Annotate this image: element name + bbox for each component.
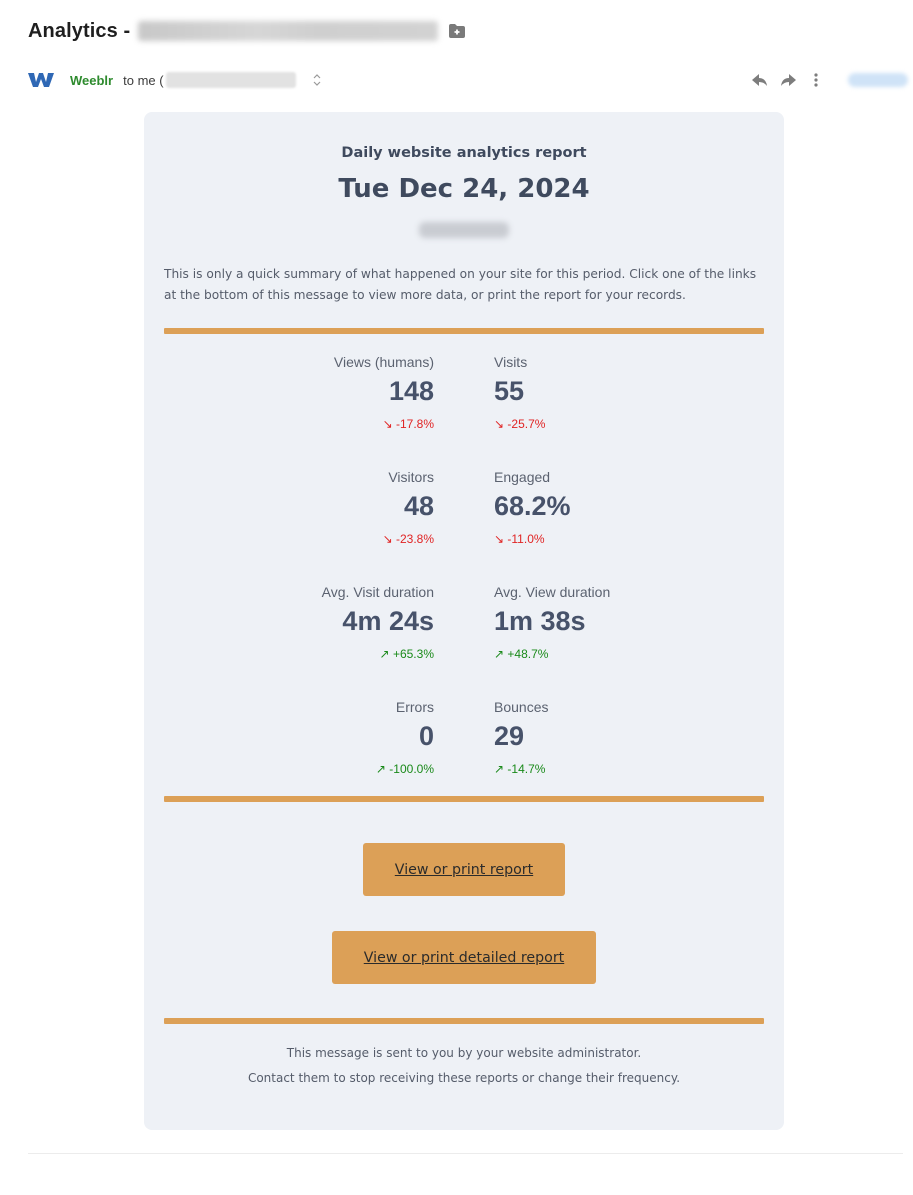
view-detailed-report-button[interactable]: View or print detailed report [332,931,596,984]
metric-change-value: +65.3% [392,647,434,661]
metric-label: Visits [494,354,528,370]
metric-bounces: Bounces 29 ↗ -14.7% [494,699,764,778]
metric-label: Avg. Visit duration [321,584,434,600]
trend-down-icon: ↘ [382,532,393,546]
metric-value: 4m 24s [342,606,434,636]
metric-change: ↗ +48.7% [494,647,764,663]
email-subject-row: Analytics - [28,17,466,45]
metric-avg-view-duration: Avg. View duration 1m 38s ↗ +48.7% [494,584,764,663]
report-card: Daily website analytics report Tue Dec 2… [144,112,784,1130]
view-report-button[interactable]: View or print report [363,843,565,896]
metric-label: Avg. View duration [494,584,611,600]
metric-value: 148 [388,376,434,406]
move-to-folder-icon[interactable] [448,23,466,39]
divider-top [164,328,764,334]
divider-bottom [164,1018,764,1024]
message-separator [28,1153,903,1154]
site-name-redacted [419,222,509,238]
metric-change-value: -14.7% [507,762,546,776]
expand-details-icon[interactable] [312,72,322,88]
metric-label: Bounces [494,699,549,715]
metric-value: 0 [418,721,434,751]
metric-visits: Visits 55 ↘ -25.7% [494,354,764,433]
sender-row: Weeblr to me ( [28,68,908,92]
trend-down-icon: ↘ [494,417,505,431]
more-options-icon[interactable] [802,68,830,92]
metric-change-value: -25.7% [507,417,546,431]
trend-up-icon: ↗ [494,762,505,776]
metric-views: Views (humans) 148 ↘ -17.8% [164,354,434,433]
metric-value: 29 [494,721,525,751]
reply-all-icon[interactable] [746,68,774,92]
metric-label: Engaged [494,469,551,485]
metric-change: ↘ -23.8% [164,532,434,548]
footer-line-2: Contact them to stop receiving these rep… [247,1071,681,1085]
report-intro: This is only a quick summary of what hap… [164,267,757,302]
email-subject: Analytics - [28,19,131,42]
trend-up-icon: ↗ [379,647,390,661]
trend-down-icon: ↘ [382,417,393,431]
trend-down-icon: ↘ [494,532,505,546]
metric-value: 55 [494,376,525,406]
weeblr-logo-icon [28,72,54,88]
trend-up-icon: ↗ [375,762,386,776]
metric-value: 68.2% [494,491,571,521]
metric-change: ↘ -25.7% [494,417,764,433]
report-date: Tue Dec 24, 2024 [338,174,590,204]
metric-value: 48 [403,491,434,521]
subject-redacted [138,21,439,41]
report-heading: Daily website analytics report [341,145,587,161]
forward-icon[interactable] [774,68,802,92]
divider-middle [164,796,764,802]
metric-avg-visit-duration: Avg. Visit duration 4m 24s ↗ +65.3% [164,584,434,663]
metric-label: Visitors [388,469,434,485]
metric-change: ↘ -17.8% [164,417,434,433]
metric-label: Errors [395,699,434,715]
metric-change-value: -11.0% [507,532,545,546]
metric-visitors: Visitors 48 ↘ -23.8% [164,469,434,548]
metric-change: ↗ -14.7% [494,762,764,778]
email-actions [746,68,908,92]
metric-change: ↗ -100.0% [164,762,434,778]
sender-name[interactable]: Weeblr [70,73,113,88]
recipient-redacted [165,72,296,88]
metric-change-value: +48.7% [507,647,549,661]
metric-label: Views (humans) [333,354,434,370]
view-link-redacted[interactable] [848,73,908,87]
recipient-label: to me ( [123,72,164,88]
footer-line-1: This message is sent to you by your webs… [286,1046,642,1060]
metric-change: ↗ +65.3% [164,647,434,663]
metric-change-value: -23.8% [395,532,434,546]
metric-change: ↘ -11.0% [494,532,764,548]
metric-change-value: -100.0% [389,762,434,776]
metric-engaged: Engaged 68.2% ↘ -11.0% [494,469,764,548]
metric-change-value: -17.8% [395,417,434,431]
metric-value: 1m 38s [494,606,586,636]
trend-up-icon: ↗ [494,647,505,661]
metric-errors: Errors 0 ↗ -100.0% [164,699,434,778]
